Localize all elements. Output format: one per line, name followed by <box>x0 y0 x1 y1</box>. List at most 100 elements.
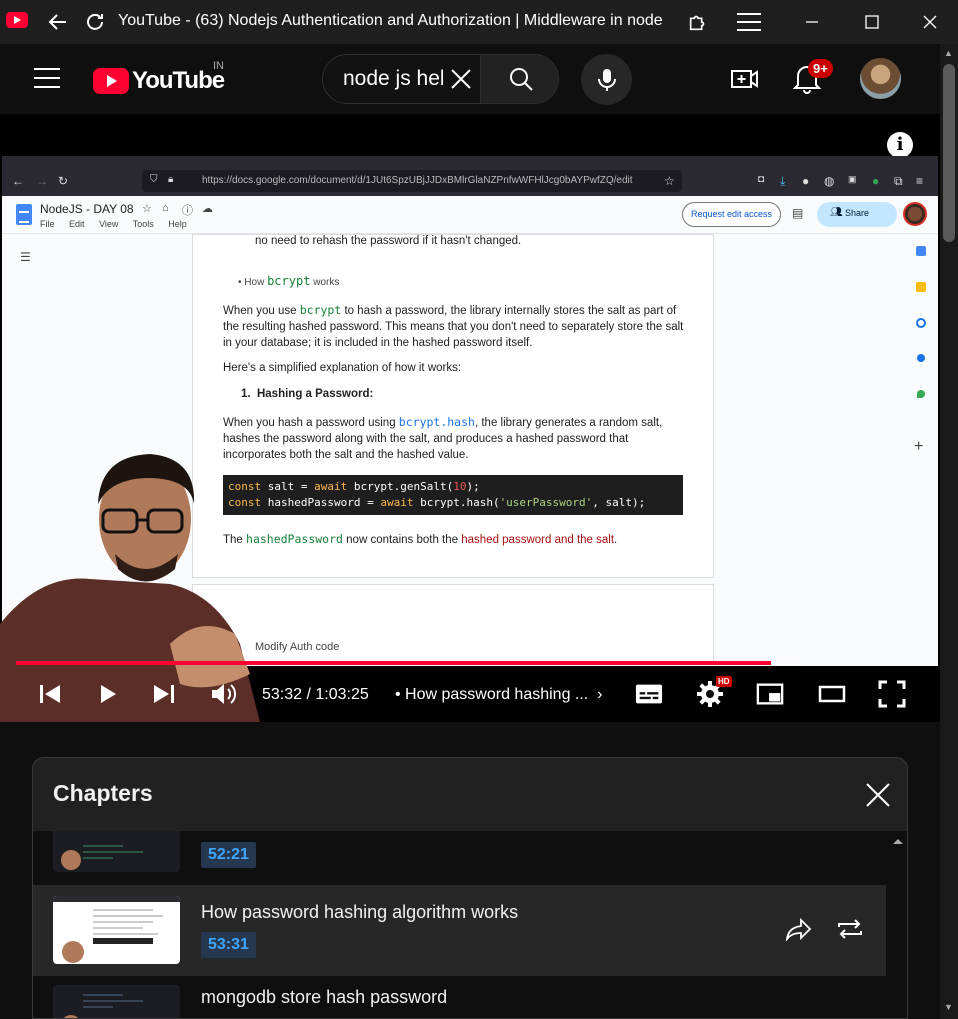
youtube-play-logo-icon <box>93 68 129 94</box>
doc-para-4-c: . <box>614 534 618 546</box>
scrollbar-thumb[interactable] <box>943 64 955 242</box>
doc-menu-file: File <box>40 219 55 229</box>
code-line-1: const salt = await bcrypt.genSalt(10); <box>228 479 678 495</box>
scroll-down-arrow-icon[interactable]: ▼ <box>944 1002 953 1012</box>
repeat-icon[interactable] <box>836 917 864 946</box>
progress-played <box>16 661 771 665</box>
share-arrow-icon[interactable] <box>785 917 813 946</box>
notification-count-badge: 9+ <box>808 59 833 78</box>
close-chapters-icon[interactable] <box>865 782 891 808</box>
frame-ext2-icon: ◍ <box>824 174 835 188</box>
add-addon-icon: + <box>914 438 924 455</box>
player-controls: 53:32 / 1:03:25 • How password hashing .… <box>0 666 940 722</box>
doc-code-block: const salt = await bcrypt.genSalt(10); c… <box>223 475 683 515</box>
chapter-item-active[interactable]: How password hashing algorithm works 53:… <box>33 885 886 976</box>
code-text: bcrypt.hash( <box>413 496 500 509</box>
share-label: Share <box>845 208 870 218</box>
frame-ext4-icon: ● <box>872 174 880 188</box>
volume-icon[interactable] <box>210 680 238 708</box>
youtube-logo[interactable]: YouTube <box>93 67 225 95</box>
subtitles-icon[interactable] <box>635 680 663 708</box>
doc-bullet-prefix: How <box>244 277 268 288</box>
current-chapter-label: How password hashing ... <box>405 686 589 703</box>
doc-comments-icon: ▤ <box>792 206 804 220</box>
doc-para-4-code: hashedPassword <box>246 532 343 546</box>
extensions-puzzle-icon[interactable] <box>684 8 712 36</box>
window-title-bar: YouTube - (63) Nodejs Authentication and… <box>0 0 958 44</box>
calendar-icon <box>916 246 926 256</box>
play-icon[interactable] <box>94 680 122 708</box>
current-chapter-button[interactable]: • How password hashing ... › <box>395 686 602 704</box>
close-window-icon[interactable] <box>916 8 944 36</box>
voice-search-button[interactable] <box>581 54 632 105</box>
theater-mode-icon[interactable] <box>818 680 846 708</box>
info-icon[interactable]: i <box>887 132 913 158</box>
doc-para-1-code: bcrypt <box>299 303 342 317</box>
doc-info-icon: ⓘ <box>182 205 193 217</box>
next-icon[interactable] <box>150 680 178 708</box>
account-avatar[interactable] <box>860 58 901 99</box>
doc-outline-icon: ☰ <box>20 250 31 264</box>
frame-url-text: https://docs.google.com/document/d/1JUt6… <box>202 175 633 186</box>
miniplayer-icon[interactable] <box>756 680 784 708</box>
chapters-panel: Chapters 52:21 How password hashing algo… <box>32 757 908 1019</box>
frame-lock-icon: 🔒︎ <box>168 174 174 185</box>
code-line-2: const hashedPassword = await bcrypt.hash… <box>228 495 678 511</box>
tasks-icon <box>916 318 926 328</box>
chapter-thumbnail <box>53 896 180 964</box>
code-kw: await <box>314 480 348 493</box>
window-title: YouTube - (63) Nodejs Authentication and… <box>118 12 663 29</box>
chapters-scrollbar[interactable] <box>886 831 907 1018</box>
doc-title: NodeJS - DAY 08 <box>40 202 134 216</box>
code-str: 'userPassword' <box>499 496 593 509</box>
doc-para-4: The hashedPassword now contains both the… <box>223 531 693 548</box>
chapters-title: Chapters <box>53 780 153 806</box>
menu-lines-icon[interactable] <box>735 8 763 36</box>
doc-page-2-text: Modify Auth code <box>255 641 340 653</box>
microphone-icon <box>597 68 616 91</box>
search-input[interactable]: node js hell <box>343 67 443 91</box>
chapter-item[interactable]: 52:21 <box>33 831 886 885</box>
scroll-up-arrow-icon[interactable]: ▲ <box>944 48 953 58</box>
frame-ext5-icon: ⧉ <box>894 174 903 188</box>
docs-header: NodeJS - DAY 08 ☆ ⌂ ⓘ ☁ File Edit View T… <box>2 196 938 234</box>
clear-search-icon[interactable] <box>445 63 477 95</box>
doc-menu-tools: Tools <box>132 219 154 229</box>
back-arrow-icon[interactable] <box>44 8 72 36</box>
page-scrollbar[interactable]: ▲ ▼ <box>940 44 958 1019</box>
frame-reload-icon: ↻ <box>58 174 69 188</box>
frame-forward-icon: → <box>36 174 48 188</box>
frame-ext-icon: ● <box>802 174 810 188</box>
frame-address-bar: ← → ↻ ⛉ 🔒︎ https://docs.google.com/docum… <box>2 166 938 196</box>
minimize-icon[interactable] <box>798 8 826 36</box>
maps-icon <box>917 390 925 398</box>
doc-cloud-icon: ☁ <box>202 203 213 215</box>
scroll-up-triangle-icon[interactable] <box>893 839 903 844</box>
time-display: 53:32 / 1:03:25 <box>262 686 369 703</box>
fullscreen-icon[interactable] <box>878 680 906 708</box>
video-player[interactable]: i ← → ↻ ⛉ 🔒︎ https://docs.google.com/doc… <box>0 114 940 722</box>
request-edit-access-button: Request edit access <box>682 202 782 227</box>
previous-icon[interactable] <box>36 680 64 708</box>
country-code: IN <box>213 60 224 72</box>
doc-bullet: • How bcrypt works <box>238 274 340 288</box>
chapter-item[interactable]: mongodb store hash password <box>33 976 886 1018</box>
frame-star-icon: ☆ <box>664 174 675 188</box>
doc-para-4-b: now contains both the <box>342 534 462 546</box>
doc-para-2: Here's a simplified explanation of how i… <box>223 362 462 374</box>
maximize-icon[interactable] <box>858 8 886 36</box>
doc-para-3-a: When you hash a password using <box>223 417 399 429</box>
search-button[interactable] <box>480 55 558 103</box>
code-text: salt = <box>261 480 315 493</box>
doc-menu-bar: File Edit View Tools Help <box>40 219 193 229</box>
progress-bar[interactable] <box>16 661 922 665</box>
doc-page-2: Modify Auth code <box>192 584 714 666</box>
frame-shield-icon: ⛉ <box>150 174 158 185</box>
reload-icon[interactable] <box>81 8 109 36</box>
guide-menu-icon[interactable] <box>34 68 60 88</box>
create-video-icon[interactable] <box>730 64 760 94</box>
doc-para-1: When you use bcrypt to hash a password, … <box>223 302 693 351</box>
share-button: Share <box>817 202 897 227</box>
contacts-icon <box>917 354 925 362</box>
doc-menu-edit: Edit <box>69 219 85 229</box>
